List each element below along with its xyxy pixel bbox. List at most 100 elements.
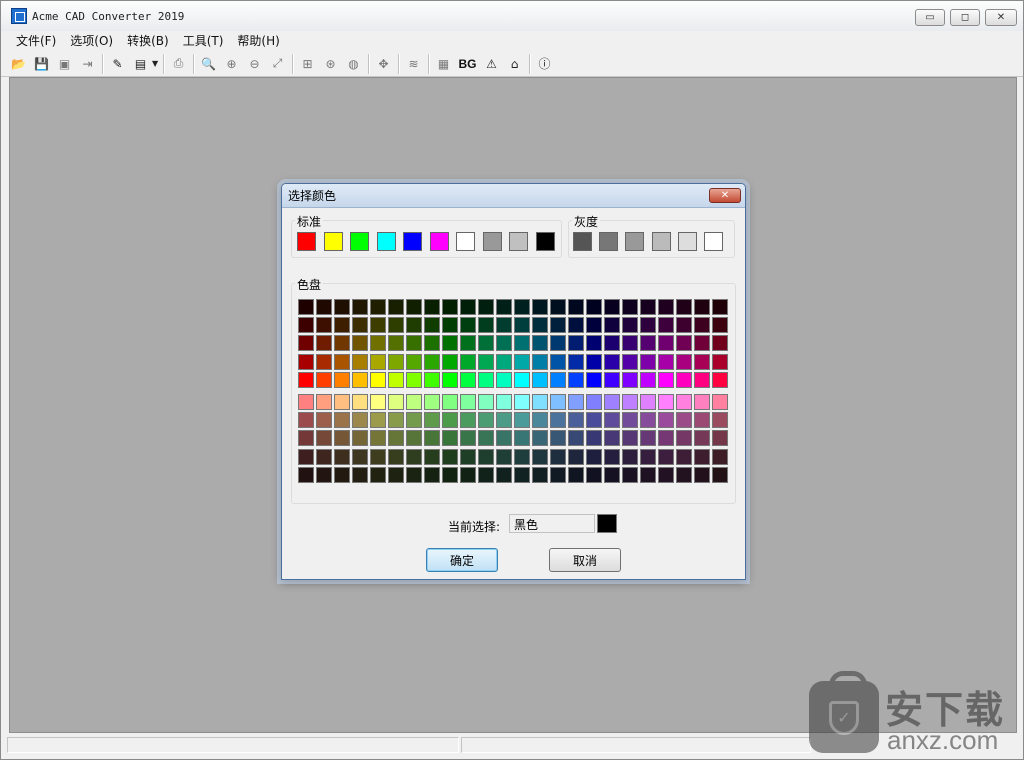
palette-color-cell[interactable]: [442, 466, 458, 483]
gray-color-swatch[interactable]: [625, 232, 645, 251]
convert-pdf-icon[interactable]: ✎: [108, 54, 128, 74]
palette-color-cell[interactable]: [622, 394, 638, 410]
palette-color-cell[interactable]: [514, 412, 530, 429]
palette-color-cell[interactable]: [604, 371, 620, 388]
palette-color-cell[interactable]: [460, 466, 476, 483]
palette-color-cell[interactable]: [712, 466, 728, 483]
palette-color-cell[interactable]: [496, 394, 512, 410]
palette-color-cell[interactable]: [298, 353, 314, 370]
palette-color-cell[interactable]: [568, 394, 584, 410]
dialog-close-button[interactable]: ✕: [709, 188, 741, 203]
palette-color-cell[interactable]: [388, 335, 404, 352]
gray-color-swatch[interactable]: [573, 232, 592, 251]
palette-color-cell[interactable]: [622, 430, 638, 447]
palette-color-cell[interactable]: [550, 466, 566, 483]
palette-color-cell[interactable]: [334, 448, 350, 465]
palette-color-cell[interactable]: [442, 335, 458, 352]
palette-color-cell[interactable]: [658, 412, 674, 429]
palette-color-cell[interactable]: [514, 299, 530, 315]
palette-color-cell[interactable]: [460, 317, 476, 334]
chevron-down-icon[interactable]: ▼: [152, 59, 160, 68]
palette-color-cell[interactable]: [352, 394, 368, 410]
palette-color-cell[interactable]: [622, 371, 638, 388]
palette-color-cell[interactable]: [568, 412, 584, 429]
palette-color-cell[interactable]: [442, 317, 458, 334]
palette-color-cell[interactable]: [514, 430, 530, 447]
palette-color-cell[interactable]: [496, 317, 512, 334]
export-icon[interactable]: ⇥: [78, 54, 98, 74]
palette-color-cell[interactable]: [586, 448, 602, 465]
palette-color-cell[interactable]: [406, 448, 422, 465]
palette-color-cell[interactable]: [568, 353, 584, 370]
palette-color-cell[interactable]: [352, 335, 368, 352]
palette-color-cell[interactable]: [334, 371, 350, 388]
palette-color-cell[interactable]: [460, 299, 476, 315]
palette-color-cell[interactable]: [370, 299, 386, 315]
palette-color-cell[interactable]: [478, 394, 494, 410]
palette-color-cell[interactable]: [316, 371, 332, 388]
palette-color-cell[interactable]: [442, 448, 458, 465]
palette-color-cell[interactable]: [532, 466, 548, 483]
palette-color-cell[interactable]: [604, 430, 620, 447]
zoom-window-icon[interactable]: ⊞: [298, 54, 318, 74]
palette-color-cell[interactable]: [370, 335, 386, 352]
palette-color-cell[interactable]: [442, 394, 458, 410]
palette-color-cell[interactable]: [406, 317, 422, 334]
palette-color-cell[interactable]: [442, 299, 458, 315]
palette-color-cell[interactable]: [514, 317, 530, 334]
palette-color-cell[interactable]: [550, 412, 566, 429]
palette-color-cell[interactable]: [514, 466, 530, 483]
palette-color-cell[interactable]: [694, 335, 710, 352]
palette-color-cell[interactable]: [514, 353, 530, 370]
zoom-out-icon[interactable]: ⊖: [245, 54, 265, 74]
gray-color-swatch[interactable]: [599, 232, 619, 251]
palette-color-cell[interactable]: [712, 448, 728, 465]
palette-color-cell[interactable]: [442, 371, 458, 388]
palette-color-cell[interactable]: [316, 394, 332, 410]
palette-color-cell[interactable]: [334, 317, 350, 334]
palette-color-cell[interactable]: [676, 353, 692, 370]
palette-color-cell[interactable]: [478, 466, 494, 483]
palette-color-cell[interactable]: [388, 430, 404, 447]
palette-color-cell[interactable]: [298, 448, 314, 465]
palette-color-cell[interactable]: [406, 335, 422, 352]
palette-color-cell[interactable]: [586, 299, 602, 315]
palette-color-cell[interactable]: [658, 448, 674, 465]
palette-color-cell[interactable]: [496, 335, 512, 352]
palette-color-cell[interactable]: [424, 371, 440, 388]
pan-icon[interactable]: ✥: [374, 54, 394, 74]
zoom-icon[interactable]: 🔍: [199, 54, 219, 74]
palette-color-cell[interactable]: [568, 371, 584, 388]
save-icon[interactable]: 💾: [32, 54, 52, 74]
palette-color-cell[interactable]: [460, 335, 476, 352]
zoom-extents-icon[interactable]: ⤢: [268, 54, 288, 74]
palette-color-cell[interactable]: [550, 448, 566, 465]
cancel-button[interactable]: 取消: [549, 548, 621, 572]
palette-color-cell[interactable]: [586, 371, 602, 388]
palette-color-cell[interactable]: [370, 412, 386, 429]
palette-color-cell[interactable]: [352, 430, 368, 447]
palette-color-cell[interactable]: [604, 335, 620, 352]
palette-color-cell[interactable]: [352, 299, 368, 315]
palette-color-cell[interactable]: [586, 335, 602, 352]
palette-color-cell[interactable]: [370, 448, 386, 465]
palette-color-cell[interactable]: [568, 430, 584, 447]
palette-color-cell[interactable]: [424, 448, 440, 465]
palette-color-cell[interactable]: [352, 466, 368, 483]
palette-color-cell[interactable]: [298, 430, 314, 447]
palette-color-cell[interactable]: [604, 412, 620, 429]
palette-color-cell[interactable]: [298, 299, 314, 315]
palette-color-cell[interactable]: [478, 412, 494, 429]
palette-color-cell[interactable]: [388, 448, 404, 465]
palette-color-cell[interactable]: [658, 371, 674, 388]
palette-color-cell[interactable]: [334, 299, 350, 315]
palette-color-cell[interactable]: [316, 466, 332, 483]
palette-color-cell[interactable]: [532, 371, 548, 388]
orbit-icon[interactable]: ◍: [344, 54, 364, 74]
menu-help[interactable]: 帮助(H): [230, 32, 286, 49]
gray-color-swatch[interactable]: [651, 232, 671, 251]
palette-color-cell[interactable]: [676, 394, 692, 410]
palette-color-cell[interactable]: [694, 371, 710, 388]
palette-color-cell[interactable]: [694, 412, 710, 429]
palette-color-cell[interactable]: [532, 430, 548, 447]
